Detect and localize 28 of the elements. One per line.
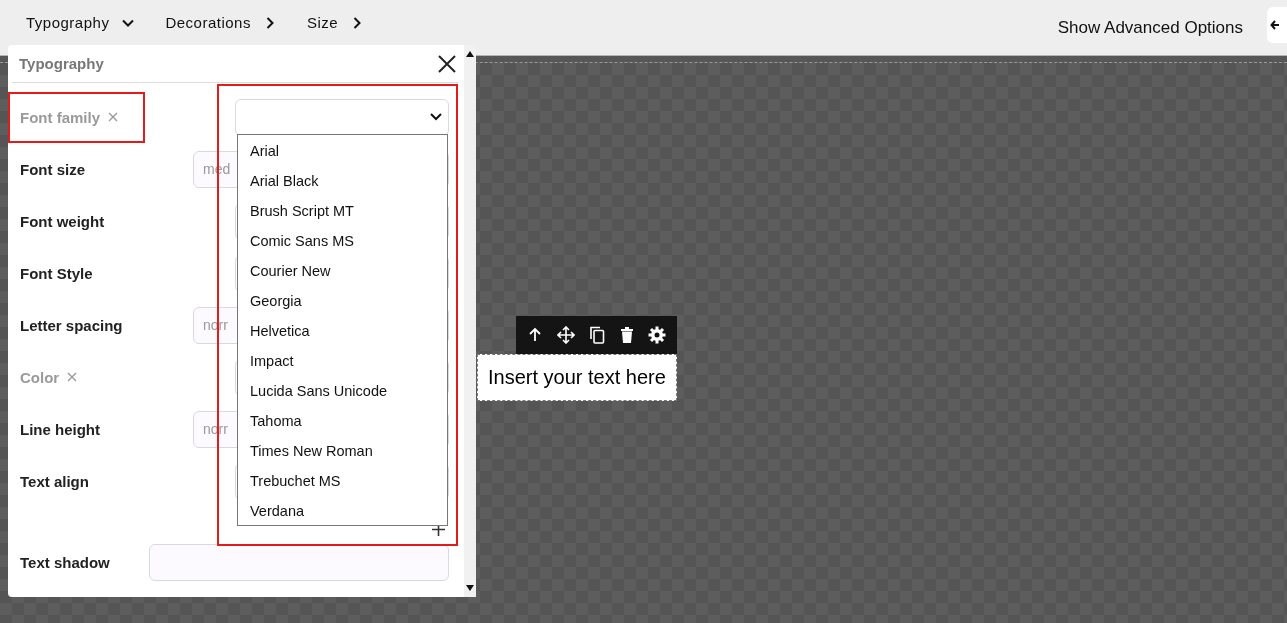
dropdown-option[interactable]: Arial [238, 136, 447, 166]
dropdown-option[interactable]: Helvetica [238, 316, 447, 346]
dropdown-option[interactable]: Brush Script MT [238, 196, 447, 226]
dropdown-option[interactable]: Lucida Sans Unicode [238, 376, 447, 406]
dropdown-option[interactable]: Impact [238, 346, 447, 376]
dropdown-option[interactable]: Comic Sans MS [238, 226, 447, 256]
text-block[interactable]: Insert your text here [477, 354, 677, 401]
property-label: Font Style [20, 264, 93, 282]
category-tab[interactable]: Size [306, 14, 365, 31]
property-label: Color [20, 368, 60, 386]
show-advanced-options-button[interactable]: Show Advanced Options [1057, 17, 1243, 38]
dropdown-option[interactable]: Arial Black [238, 166, 447, 196]
property-label: Text shadow [20, 553, 110, 571]
panel-title: Typography [19, 55, 104, 72]
dropdown-option[interactable]: Courier New [238, 256, 447, 286]
property-label: Font size [20, 160, 85, 178]
dropdown-option[interactable]: Trebuchet MS [238, 466, 447, 496]
dropdown-option[interactable]: Georgia [238, 286, 447, 316]
dropdown-option[interactable]: Times New Roman [238, 436, 447, 466]
property-label: Letter spacing [20, 316, 123, 334]
dropdown-option[interactable]: Verdana [238, 496, 447, 525]
dropdown-option[interactable]: Tahoma [238, 406, 447, 436]
property-label: Font weight [20, 212, 105, 230]
category-tab[interactable]: Typography [26, 14, 136, 31]
property-label: Font family [20, 108, 100, 126]
category-tab[interactable]: Decorations [165, 14, 277, 31]
property-label: Text align [20, 472, 89, 490]
property-label: Line height [20, 420, 100, 438]
